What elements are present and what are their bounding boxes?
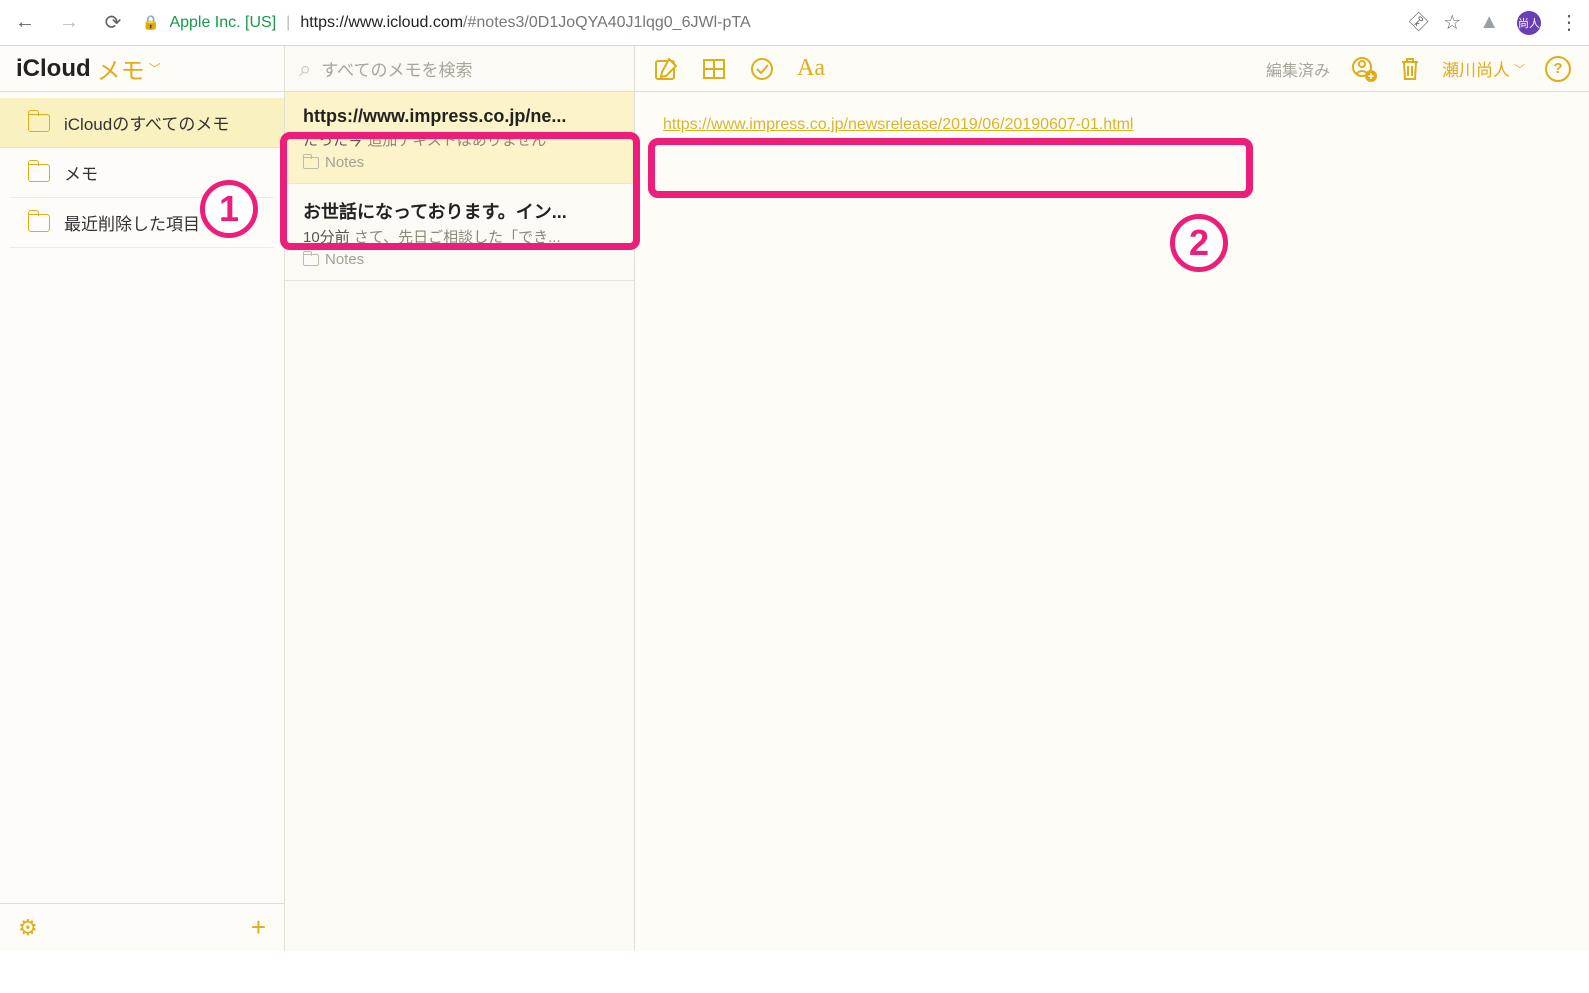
folder-recently-deleted[interactable]: 最近削除した項目 — [10, 198, 274, 248]
note-list-item[interactable]: お世話になっております。イン... 10分前 さて、先日ご相談した「でき... … — [285, 184, 634, 281]
folder-sidebar: iCloud メモ ﹀ iCloudのすべてのメモ メモ 最近削除した項目 ⚙ … — [0, 46, 285, 951]
notes-switcher[interactable]: メモ ﹀ — [97, 51, 161, 86]
note-list-item[interactable]: https://www.impress.co.jp/ne... たった今 追加テ… — [285, 92, 634, 184]
back-button[interactable]: ← — [10, 11, 40, 34]
browser-menu-button[interactable]: ⋮ — [1559, 10, 1579, 35]
trash-icon[interactable] — [1398, 56, 1422, 82]
note-hyperlink[interactable]: https://www.impress.co.jp/newsrelease/20… — [663, 116, 1133, 133]
svg-text:+: + — [1368, 71, 1374, 83]
folder-icon — [28, 114, 50, 132]
search-icon: ⌕ — [299, 56, 311, 82]
search-bar[interactable]: ⌕ すべてのメモを検索 — [285, 46, 634, 92]
settings-gear-icon[interactable]: ⚙ — [18, 915, 38, 941]
reload-button[interactable]: ⟳ — [98, 10, 128, 35]
folder-icon — [303, 254, 319, 266]
checklist-icon[interactable] — [749, 56, 775, 82]
note-title: お世話になっております。イン... — [303, 198, 616, 224]
app-brand: iCloud メモ ﹀ — [0, 46, 284, 92]
editor-toolbar: Aa 編集済み + 瀬川尚人﹀ ? — [635, 46, 1589, 92]
folder-notes[interactable]: メモ — [10, 148, 274, 198]
folder-icon — [303, 157, 319, 169]
lock-icon: 🔒 — [142, 14, 159, 31]
folder-icon — [28, 164, 50, 182]
drive-extension-icon[interactable]: ▲ — [1479, 11, 1499, 34]
forward-button[interactable]: → — [54, 11, 84, 34]
icloud-notes-app: iCloud メモ ﹀ iCloudのすべてのメモ メモ 最近削除した項目 ⚙ … — [0, 46, 1589, 951]
chevron-down-icon: ﹀ — [149, 60, 161, 77]
note-title: https://www.impress.co.jp/ne... — [303, 106, 616, 127]
omnibox[interactable]: 🔒 Apple Inc. [US] | https://www.icloud.c… — [142, 14, 1396, 32]
site-identity: Apple Inc. [US] — [169, 14, 276, 32]
compose-icon[interactable] — [653, 56, 679, 82]
folder-icon — [28, 214, 50, 232]
url-host: https://www.icloud.com — [300, 14, 463, 31]
bookmark-star-icon[interactable]: ☆ — [1443, 10, 1461, 35]
note-folder-label: Notes — [303, 251, 616, 268]
note-folder-label: Notes — [303, 154, 616, 171]
folder-all-icloud-notes[interactable]: iCloudのすべてのメモ — [0, 98, 284, 148]
note-editor-column: Aa 編集済み + 瀬川尚人﹀ ? https://www.impress.co… — [635, 46, 1589, 951]
edited-status: 編集済み — [1266, 57, 1330, 81]
note-body[interactable]: https://www.impress.co.jp/newsrelease/20… — [635, 92, 1589, 158]
profile-avatar[interactable]: 尚人 — [1517, 11, 1541, 35]
key-icon[interactable]: ⚿ — [1404, 9, 1431, 36]
notes-list-column: ⌕ すべてのメモを検索 https://www.impress.co.jp/ne… — [285, 46, 635, 951]
share-icon[interactable]: + — [1350, 55, 1378, 83]
browser-address-bar: ← → ⟳ 🔒 Apple Inc. [US] | https://www.ic… — [0, 0, 1589, 46]
url-path: /#notes3/0D1JoQYA40J1lqg0_6JWl-pTA — [463, 14, 751, 31]
help-icon[interactable]: ? — [1545, 56, 1571, 82]
search-placeholder: すべてのメモを検索 — [321, 56, 472, 81]
text-style-icon[interactable]: Aa — [797, 55, 825, 82]
folder-list: iCloudのすべてのメモ メモ 最近削除した項目 — [0, 92, 284, 903]
chevron-down-icon: ﹀ — [1514, 61, 1525, 77]
new-folder-button[interactable]: + — [251, 912, 266, 943]
table-icon[interactable] — [701, 56, 727, 82]
sidebar-footer: ⚙ + — [0, 903, 284, 951]
account-menu[interactable]: 瀬川尚人﹀ — [1442, 56, 1525, 81]
